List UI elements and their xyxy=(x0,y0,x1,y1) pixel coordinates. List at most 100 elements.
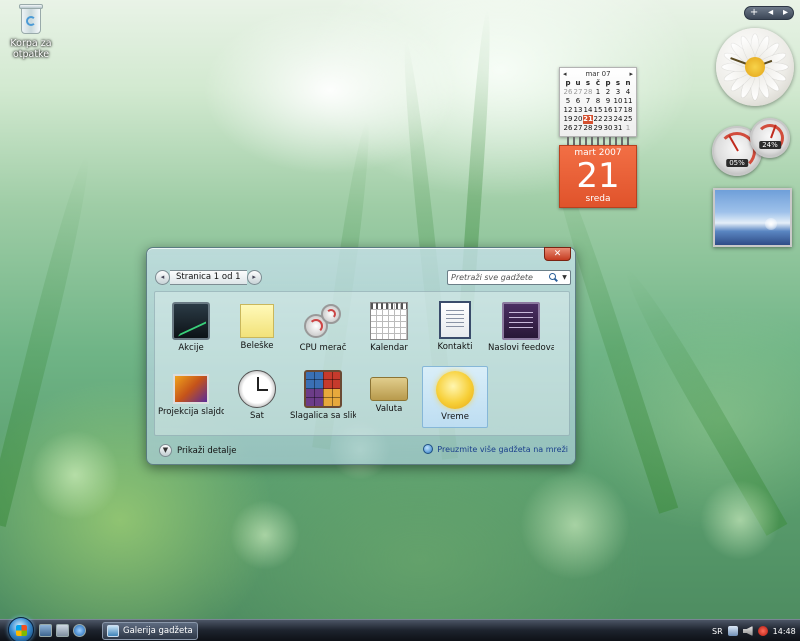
internet-explorer-icon[interactable] xyxy=(73,624,86,637)
show-details-toggle[interactable]: ▼ Prikaži detalje xyxy=(159,444,236,457)
search-icon[interactable] xyxy=(547,272,559,284)
calendar-day-cell[interactable]: 22 xyxy=(593,115,603,124)
network-icon[interactable] xyxy=(727,626,738,636)
gadget-tile-label: Akcije xyxy=(178,343,204,353)
calendar-gadget[interactable]: ◂ mar 07 ▸ p u s č p s n 26 27 28 1 2 3 4 5 6 7 8 9 10 11 12 1… xyxy=(559,67,637,208)
start-button[interactable] xyxy=(8,617,34,641)
chevron-down-icon[interactable]: ▼ xyxy=(559,274,570,281)
gadget-tile[interactable]: Sat xyxy=(224,366,290,428)
prev-page-button[interactable]: ◂ xyxy=(155,270,170,285)
calendar-day-cell[interactable]: 28 xyxy=(583,124,593,133)
notes-icon xyxy=(240,304,274,338)
calendar-day-cell[interactable]: 7 xyxy=(583,97,593,106)
calendar-weekday-header: s xyxy=(615,79,621,87)
calendar-day-cell[interactable]: 9 xyxy=(603,97,613,106)
calendar-day-cell[interactable]: 20 xyxy=(573,115,583,124)
gadget-tile-label: Kalendar xyxy=(370,343,408,353)
close-button[interactable]: ✕ xyxy=(544,247,571,261)
calendar-day-cell[interactable]: 16 xyxy=(603,106,613,115)
gadget-tile[interactable]: Kalendar xyxy=(356,298,422,360)
next-page-button[interactable]: ▸ xyxy=(246,270,262,285)
taskbar-button-label: Galerija gadžeta xyxy=(123,626,193,636)
expand-chevron-icon: ▼ xyxy=(159,444,172,457)
calendar-day-cell[interactable]: 2 xyxy=(603,88,613,97)
language-indicator[interactable]: SR xyxy=(712,627,723,636)
currency-icon xyxy=(370,377,408,401)
calendar-day-cell[interactable]: 23 xyxy=(603,115,613,124)
calendar-day-cell[interactable]: 30 xyxy=(603,124,613,133)
calendar-day-cell[interactable]: 18 xyxy=(623,106,633,115)
calendar-day-cell[interactable]: 8 xyxy=(593,97,603,106)
sidebar-next-button[interactable]: ▸ xyxy=(783,7,788,19)
security-alert-icon[interactable] xyxy=(757,626,768,636)
calendar-day-cell[interactable]: 1 xyxy=(593,88,603,97)
gadget-tile[interactable]: Beleške xyxy=(224,298,290,360)
calendar-day-cell[interactable]: 3 xyxy=(613,88,623,97)
gadget-tile[interactable]: Valuta xyxy=(356,366,422,428)
calendar-day-cell[interactable]: 19 xyxy=(563,115,573,124)
calendar-day-cell[interactable]: 24 xyxy=(613,115,623,124)
calendar-prev-month-button[interactable]: ◂ xyxy=(563,70,567,78)
calendar-day-cell[interactable]: 26 xyxy=(563,88,573,97)
cpu-meter-icon xyxy=(304,302,342,340)
calendar-weekday-header: č xyxy=(595,79,601,87)
weather-icon xyxy=(436,371,474,409)
gadget-tile[interactable]: Projekcija slajdo... xyxy=(158,366,224,428)
calendar-day-cell[interactable]: 12 xyxy=(563,106,573,115)
add-gadget-button[interactable]: + xyxy=(750,7,758,19)
calendar-day-cell[interactable]: 27 xyxy=(573,124,583,133)
calendar-icon xyxy=(370,302,408,340)
globe-icon xyxy=(423,444,434,454)
gadget-gallery-icon xyxy=(107,625,119,637)
gadget-tile[interactable]: Naslovi feedova xyxy=(488,298,554,360)
recycle-bin-shortcut[interactable]: Korpa za otpatke xyxy=(2,2,60,60)
gadget-tile[interactable]: Vreme xyxy=(422,366,488,428)
slideshow-gadget[interactable] xyxy=(713,188,792,247)
calendar-day-cell[interactable]: 6 xyxy=(573,97,583,106)
calendar-day-cell[interactable]: 15 xyxy=(593,106,603,115)
switch-windows-icon[interactable] xyxy=(56,624,69,637)
calendar-day-cell[interactable]: 14 xyxy=(583,106,593,115)
clock-gadget[interactable] xyxy=(716,28,794,106)
calendar-day-cell[interactable]: 11 xyxy=(623,97,633,106)
calendar-day-cell[interactable]: 25 xyxy=(623,115,633,124)
calendar-day-cell[interactable]: 21 xyxy=(583,115,593,124)
calendar-day-number: 21 xyxy=(576,156,620,196)
calendar-month-title: mar 07 xyxy=(585,70,611,78)
calendar-day-cell[interactable]: 28 xyxy=(583,88,593,97)
calendar-day-cell[interactable]: 26 xyxy=(563,124,573,133)
volume-icon[interactable] xyxy=(742,626,753,636)
taskbar-button-gadget-gallery[interactable]: Galerija gadžeta xyxy=(102,622,198,640)
show-details-label: Prikaži detalje xyxy=(177,445,237,456)
calendar-binding xyxy=(563,137,633,145)
cpu-meter-gadget[interactable]: 05% 24% xyxy=(712,118,798,178)
calendar-weekday-header: n xyxy=(625,79,631,87)
search-box: ▼ xyxy=(447,270,571,285)
gadget-tile[interactable]: Slagalica sa slik... xyxy=(290,366,356,428)
calendar-day-cell[interactable]: 27 xyxy=(573,88,583,97)
gadget-tile[interactable]: Akcije xyxy=(158,298,224,360)
calendar-day-cell[interactable]: 13 xyxy=(573,106,583,115)
stocks-icon xyxy=(172,302,210,340)
calendar-weekday-header: u xyxy=(575,79,581,87)
calendar-day-cell[interactable]: 31 xyxy=(613,124,623,133)
gadget-tile[interactable]: Kontakti xyxy=(422,298,488,360)
sidebar-prev-button[interactable]: ◂ xyxy=(768,7,773,19)
download-more-link[interactable]: Preuzmite više gadžeta na mreži xyxy=(423,444,568,454)
calendar-day-cell[interactable]: 4 xyxy=(623,88,633,97)
taskbar-clock[interactable]: 14:48 xyxy=(773,627,796,636)
calendar-day-cell[interactable]: 1 xyxy=(623,124,633,133)
calendar-day-cell[interactable]: 29 xyxy=(593,124,603,133)
calendar-day-cell[interactable]: 10 xyxy=(613,97,623,106)
slideshow-photo xyxy=(765,218,777,230)
memory-readout: 24% xyxy=(759,141,781,149)
calendar-day-cell[interactable]: 5 xyxy=(563,97,573,106)
taskbar: Galerija gadžeta SR 14:48 xyxy=(0,617,800,641)
calendar-day-cell[interactable]: 17 xyxy=(613,106,623,115)
search-input[interactable] xyxy=(451,273,547,282)
calendar-next-month-button[interactable]: ▸ xyxy=(629,70,633,78)
show-desktop-icon[interactable] xyxy=(39,624,52,637)
gadget-tile[interactable]: CPU merač xyxy=(290,298,356,360)
gadget-list: Akcije Beleške CPU merač Kalendar Kontakti Na… xyxy=(154,291,570,436)
gadget-tile-label: Slagalica sa slik... xyxy=(290,411,356,421)
